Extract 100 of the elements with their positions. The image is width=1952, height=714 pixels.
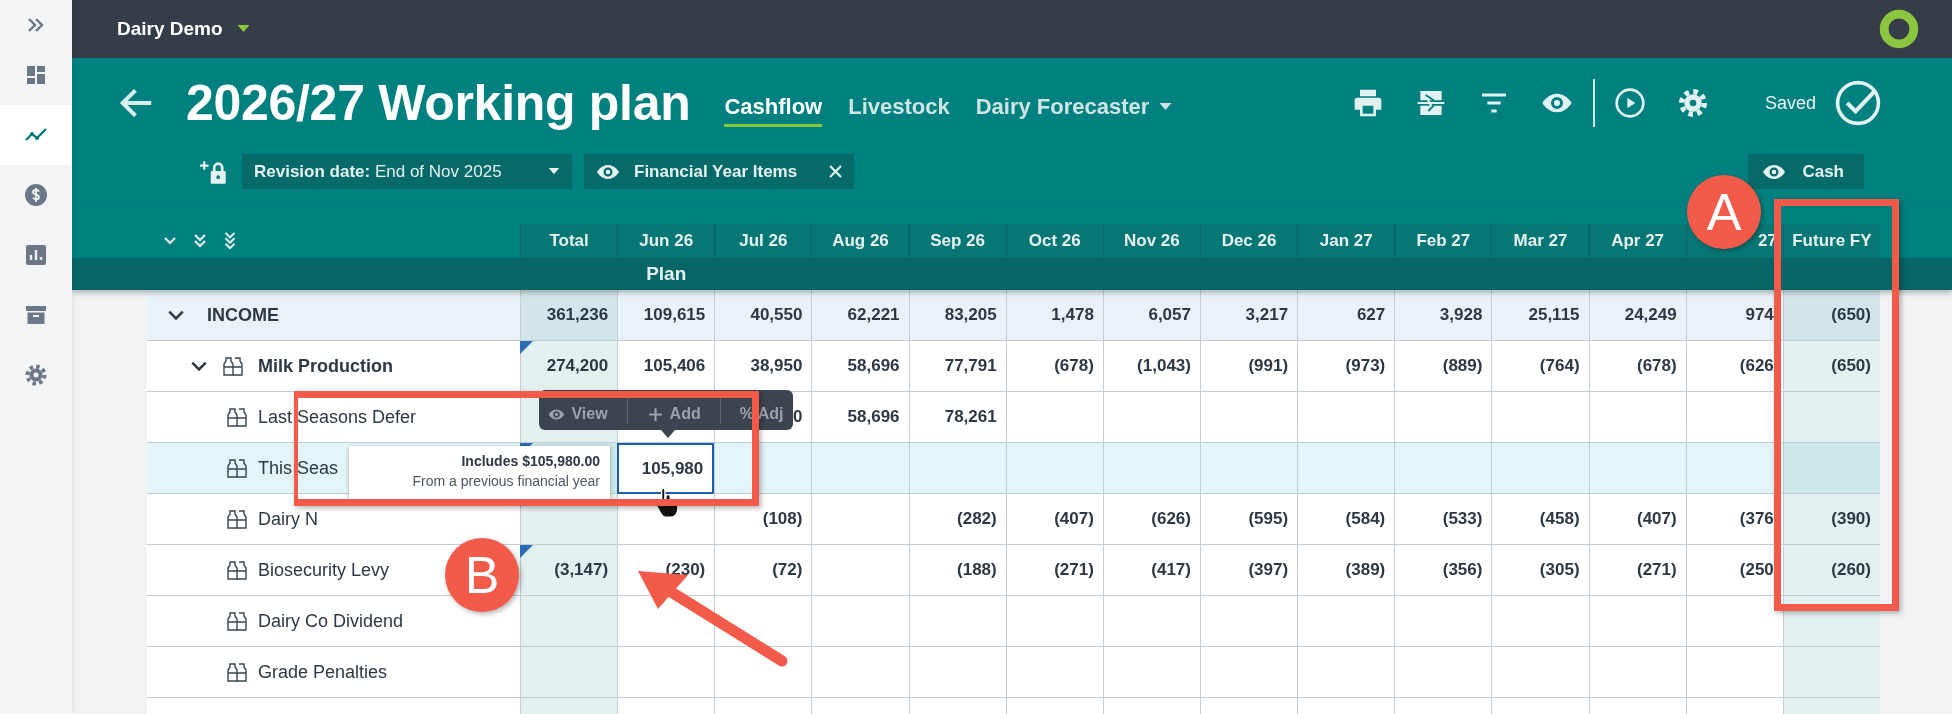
bottles-icon [226, 406, 248, 428]
settings-icon [24, 363, 48, 387]
table-cell: (584) [1297, 494, 1395, 545]
table-cell: 3,928 [1394, 290, 1492, 341]
table-cell: (991) [1200, 341, 1298, 392]
table-cell: 109,615 [617, 290, 715, 341]
table-cell: (650) [1782, 290, 1880, 341]
column-header: Nov 26 [1124, 231, 1180, 251]
revision-dropdown[interactable]: Revision date: End of Nov 2025 [242, 154, 572, 189]
row-label[interactable]: Biosecurity Levy [258, 559, 390, 581]
row-label[interactable]: Last Seasons Defer [258, 406, 417, 428]
bottles-icon [226, 661, 248, 683]
table-cell: (397) [1200, 545, 1298, 596]
table-cell: (626 [1685, 341, 1783, 392]
table-cell: (678) [1005, 341, 1103, 392]
bottles-icon [226, 457, 248, 479]
table-cell: 77,791 [908, 341, 1006, 392]
table-cell: 58,696 [811, 341, 909, 392]
tab[interactable]: Cashflow [724, 89, 823, 127]
table-cell: 78,261 [908, 392, 1006, 443]
table-cell: (650) [1782, 341, 1880, 392]
table-cell: (678) [1588, 341, 1686, 392]
collapse-all-icon[interactable] [222, 232, 238, 250]
table-cell: (108) [714, 494, 812, 545]
column-header: Sep 26 [930, 231, 986, 251]
column-header: Aug 26 [832, 231, 889, 251]
collapse-more-icon[interactable] [192, 232, 208, 250]
table-cell: 25,115 [1491, 290, 1589, 341]
bottles-icon [226, 559, 248, 581]
table-cell: (533) [1394, 494, 1492, 545]
column-header: Total [549, 231, 589, 251]
table-cell: 274,200 [520, 341, 618, 392]
row-label[interactable]: Milk Production [258, 355, 393, 377]
bottles-icon [226, 610, 248, 632]
table-cell: (595) [1200, 494, 1298, 545]
menu-item[interactable]: View [548, 404, 608, 424]
settings-icon [1677, 87, 1710, 119]
table-cell: (458) [1491, 494, 1589, 545]
archive-icon [24, 303, 48, 327]
table-cell: (389) [1297, 545, 1395, 596]
view-chip[interactable]: Cash [1748, 154, 1864, 189]
table-cell: (889) [1394, 341, 1492, 392]
row-label[interactable]: This Seas [258, 457, 339, 479]
table-cell: (271) [1588, 545, 1686, 596]
table-cell: 974 [1685, 290, 1783, 341]
table-cell: 1,478 [1005, 290, 1103, 341]
play-icon [1614, 87, 1647, 119]
tooltip-text: From a previous financial year [411, 473, 600, 489]
table-cell: (72) [714, 545, 812, 596]
table-cell: (417) [1102, 545, 1200, 596]
table-cell: (764) [1491, 341, 1589, 392]
column-subheader: Plan [646, 263, 687, 285]
table-cell: 62,221 [811, 290, 909, 341]
table-cell: (250 [1685, 545, 1783, 596]
dashboard-icon [24, 63, 48, 87]
table-cell: (390) [1782, 494, 1880, 545]
column-header: Oct 26 [1028, 231, 1081, 251]
table-cell: (3,147) [520, 545, 618, 596]
row-label[interactable]: Grade Penalties [258, 661, 388, 683]
column-header: Jun 26 [639, 231, 694, 251]
table-cell: (282) [908, 494, 1006, 545]
column-header: Jan 27 [1319, 231, 1373, 251]
table-cell: 58,696 [811, 392, 909, 443]
row-label: INCOME [207, 304, 279, 326]
tab[interactable]: Dairy Forecaster [975, 89, 1173, 127]
table-cell: 361,236 [520, 290, 618, 341]
bottles-icon [226, 508, 248, 530]
table-cell: (407) [1005, 494, 1103, 545]
table-cell: 627 [1297, 290, 1395, 341]
column-header: Future FY [1792, 231, 1872, 251]
table-cell: 38,950 [714, 341, 812, 392]
column-header: Dec 26 [1221, 231, 1277, 251]
dollar-icon [24, 183, 48, 207]
filter-chip[interactable]: Financial Year Items [584, 154, 854, 189]
column-header: Jul 26 [739, 231, 788, 251]
table-cell: (271) [1005, 545, 1103, 596]
table-cell: 24,249 [1588, 290, 1686, 341]
table-cell: (376 [1685, 494, 1783, 545]
column-header: Mar 27 [1513, 231, 1568, 251]
column-header: Feb 27 [1416, 231, 1471, 251]
close-button[interactable] [829, 165, 842, 178]
menu-item[interactable]: Add [646, 404, 701, 424]
save-status: Saved [1764, 92, 1816, 114]
table-cell: (188) [908, 545, 1006, 596]
table-cell: (305) [1491, 545, 1589, 596]
workspace-dropdown[interactable]: Dairy Demo [117, 18, 250, 40]
caret-icon [548, 168, 560, 175]
column-header: Apr 27 [1611, 231, 1665, 251]
row-label[interactable]: Dairy Co Dividend [258, 610, 404, 632]
table-cell: 6,057 [1102, 290, 1200, 341]
table-cell: (973) [1297, 341, 1395, 392]
selected-cell[interactable]: 105,980 [617, 443, 715, 494]
hand-cursor-icon [654, 486, 680, 518]
row-label[interactable]: Dairy N [258, 508, 318, 530]
tab[interactable]: Livestock [848, 89, 950, 127]
plus-icon [646, 405, 664, 423]
table-cell: (626) [1102, 494, 1200, 545]
caret-icon [236, 25, 250, 33]
bottles-icon [222, 355, 244, 377]
ring-logo-icon [1878, 8, 1920, 50]
